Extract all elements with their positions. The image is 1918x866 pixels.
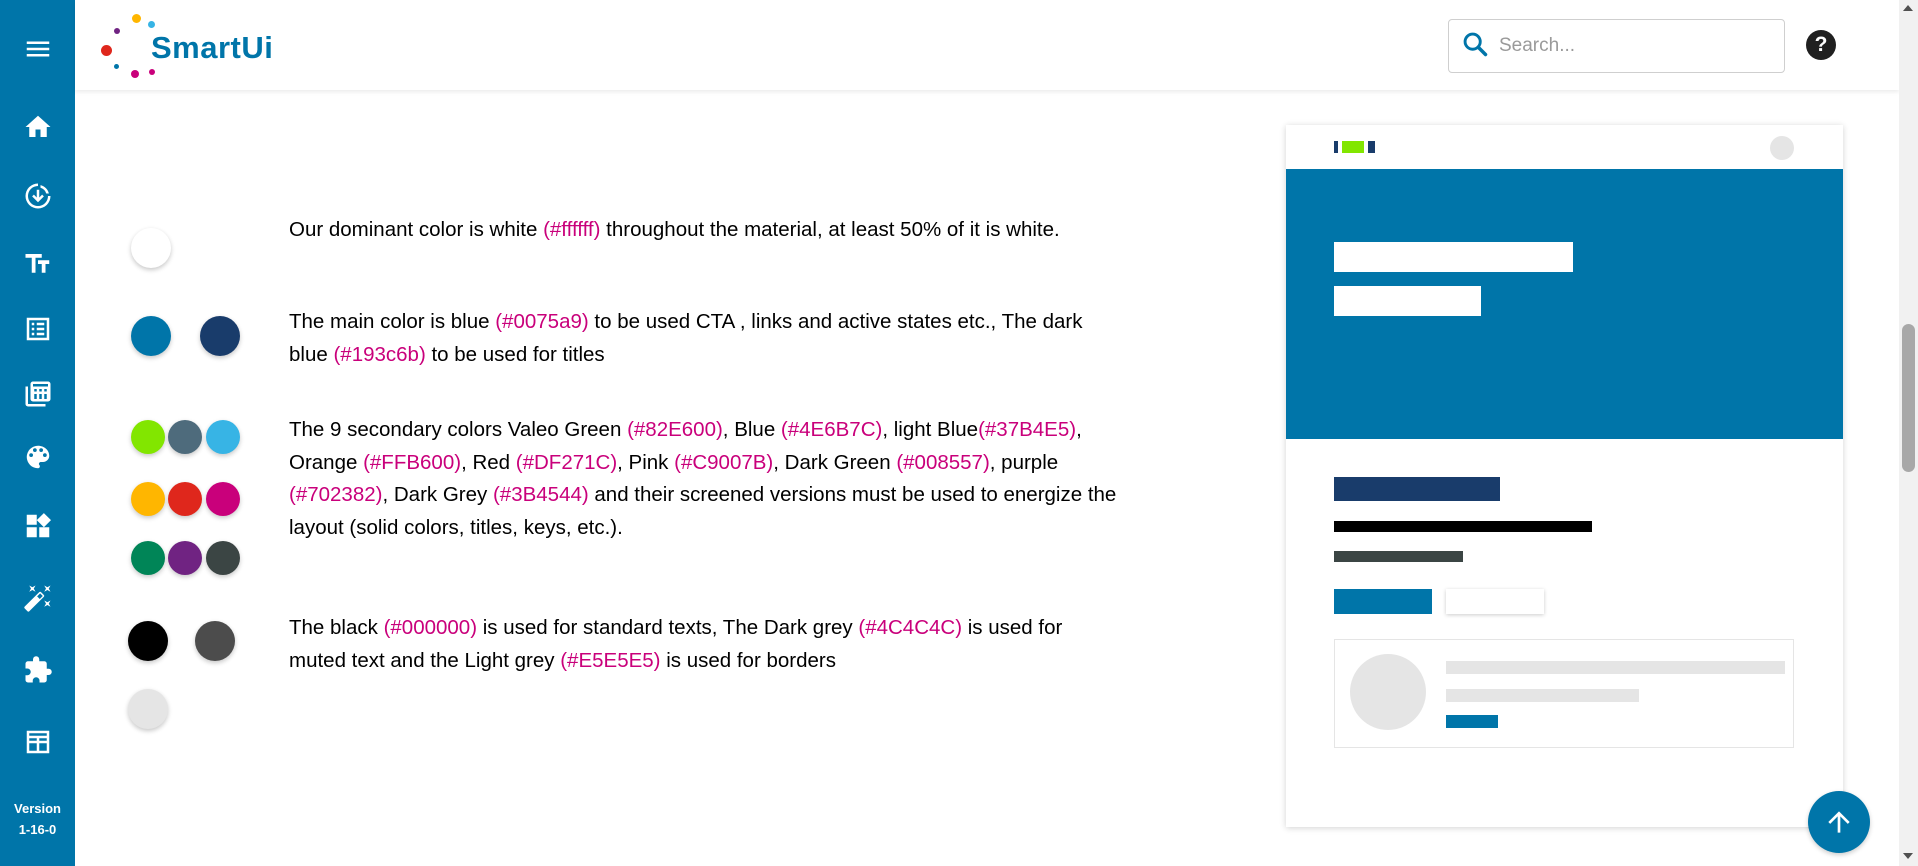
swatch-light-grey — [128, 689, 168, 729]
logo-dot — [114, 28, 120, 34]
mock-hero-subtitle — [1334, 286, 1481, 316]
mock-card-line — [1446, 661, 1785, 674]
swatch-orange — [131, 482, 165, 516]
home-icon[interactable] — [0, 103, 75, 151]
search-box[interactable] — [1448, 19, 1785, 73]
logo-wordmark: SmartUi — [151, 30, 274, 65]
logo-dot — [149, 69, 155, 75]
mock-logo-bar — [1334, 141, 1338, 153]
main-colors-description: The main color is blue (#0075a9) to be u… — [289, 310, 1083, 366]
swatch-dark-green — [131, 541, 165, 575]
scroll-up-arrow[interactable] — [1903, 5, 1913, 11]
swatch-blue-grey — [168, 420, 202, 454]
top-header: SmartUi ? — [75, 0, 1899, 90]
mock-hero-title — [1334, 242, 1573, 272]
swatch-dark-blue — [200, 316, 240, 356]
menu-icon[interactable] — [0, 25, 75, 73]
swatch-red — [168, 482, 202, 516]
layout-mockup — [1286, 125, 1843, 827]
logo-dot — [101, 45, 112, 56]
swatch-blue — [131, 316, 171, 356]
palette-icon[interactable] — [0, 433, 75, 481]
mock-title — [1334, 477, 1500, 501]
scroll-top-button[interactable] — [1808, 791, 1870, 853]
swatch-light-blue — [206, 420, 240, 454]
mock-avatar — [1770, 136, 1794, 160]
logo-dot — [132, 14, 141, 23]
version-label: Version — [14, 801, 61, 816]
smartui-logo[interactable]: SmartUi — [101, 12, 273, 80]
arrow-up-icon — [1828, 811, 1850, 833]
scrollbar-thumb[interactable] — [1902, 324, 1915, 472]
mock-card-link — [1446, 715, 1498, 728]
secondary-colors-description: The 9 secondary colors Valeo Green (#82E… — [289, 418, 1117, 539]
neutral-colors-description: The black (#000000) is used for standard… — [289, 616, 1063, 672]
typography-icon[interactable] — [0, 240, 75, 288]
mock-card-avatar — [1350, 654, 1426, 730]
mock-primary-button — [1334, 589, 1432, 614]
table-icon[interactable] — [0, 718, 75, 766]
mock-card-line — [1446, 689, 1639, 702]
widgets-icon[interactable] — [0, 502, 75, 550]
mock-logo-bar — [1368, 141, 1375, 153]
logo-dot — [148, 21, 155, 28]
mock-secondary-button — [1446, 589, 1544, 614]
mock-text-line — [1334, 521, 1592, 532]
mock-logo-bar — [1342, 141, 1364, 153]
swatch-pink — [206, 482, 240, 516]
search-input[interactable] — [1499, 35, 1759, 57]
swatch-valeo-green — [131, 420, 165, 454]
download-icon[interactable] — [0, 172, 75, 220]
logo-dot — [131, 70, 139, 78]
scroll-down-arrow[interactable] — [1903, 853, 1913, 859]
version-info: Version 1-16-0 — [0, 798, 75, 840]
white-description: Our dominant color is white (#ffffff) th… — [289, 218, 1060, 241]
puzzle-icon[interactable] — [0, 646, 75, 694]
swatch-black — [128, 621, 168, 661]
search-icon — [1461, 30, 1489, 63]
swatch-purple — [168, 541, 202, 575]
mock-text-line — [1334, 551, 1463, 562]
magic-wand-icon[interactable] — [0, 574, 75, 622]
sidebar: Version 1-16-0 — [0, 0, 75, 866]
version-number: 1-16-0 — [18, 822, 57, 837]
swatch-white — [131, 228, 171, 268]
help-icon[interactable]: ? — [1806, 30, 1836, 60]
logo-dot — [114, 64, 119, 69]
calculator-icon[interactable] — [0, 370, 75, 418]
list-icon[interactable] — [0, 305, 75, 353]
swatch-muted-grey — [195, 621, 235, 661]
swatch-dark-grey — [206, 541, 240, 575]
